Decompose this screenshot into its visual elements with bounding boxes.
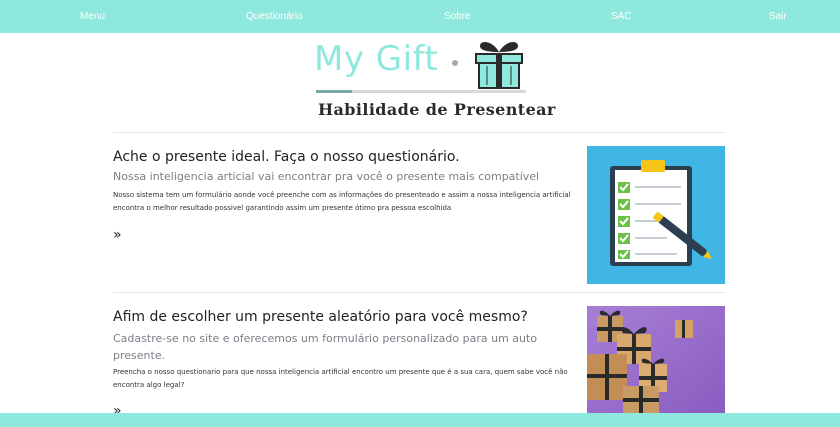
feature-title: Ache o presente ideal. Faça o nosso ques… [113, 149, 460, 165]
footer-bar [0, 413, 840, 427]
logo-title: My Gift [314, 39, 439, 79]
feature-body: Nosso sistema tem um formulário aonde vo… [113, 191, 571, 212]
clipboard-checklist-image [587, 146, 725, 284]
feature-lead: Cadastre-se no site e oferecemos um form… [113, 332, 538, 362]
read-more-link[interactable]: » [113, 227, 122, 243]
feature-body: Preencha o nosso questionario para que n… [113, 368, 568, 389]
section-divider [113, 292, 725, 293]
logo-underline-bar [316, 90, 526, 93]
gift-boxes-image [587, 306, 725, 413]
logo-subtitle: Habilidade de Presentear [318, 100, 556, 119]
feature-title: Afim de escolher um presente aleatório p… [113, 309, 528, 325]
nav-sac[interactable]: SAC [611, 0, 632, 33]
feature-lead: Nossa inteligencia articial vai encontra… [113, 170, 540, 183]
site-logo: My Gift Habilidade de Presentear [310, 36, 555, 128]
nav-questionario[interactable]: Questionário [246, 0, 303, 33]
nav-menu[interactable]: Menu [80, 0, 105, 33]
feature-questionnaire: Ache o presente ideal. Faça o nosso ques… [113, 146, 725, 286]
top-navbar: Menu Questionário Sobre SAC Sair [0, 0, 840, 33]
section-divider [113, 132, 725, 133]
logo-dot [452, 60, 458, 66]
feature-self-gift: Afim de escolher um presente aleatório p… [113, 306, 725, 419]
nav-sair[interactable]: Sair [769, 0, 787, 33]
logo-underline-fill [316, 90, 352, 93]
nav-sobre[interactable]: Sobre [444, 0, 471, 33]
gift-box-icon [475, 42, 523, 89]
